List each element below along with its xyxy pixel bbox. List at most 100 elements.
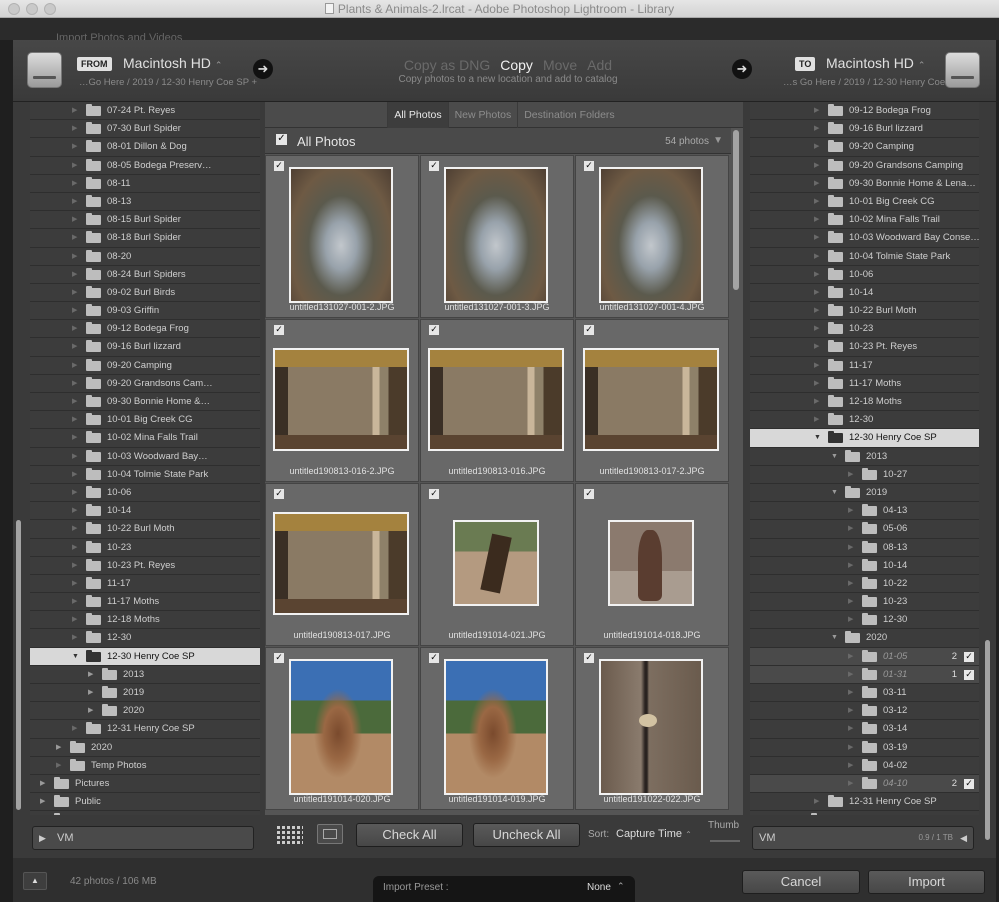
collapsed-triangle-icon[interactable]: ▶	[848, 502, 853, 519]
photo-thumbnail[interactable]	[428, 347, 564, 451]
collapsed-triangle-icon[interactable]: ▶	[72, 593, 77, 610]
folder-row[interactable]: ▶ 2019	[30, 684, 260, 703]
folder-row[interactable]: ▶ Public	[30, 793, 260, 812]
collapsed-triangle-icon[interactable]: ▶	[848, 557, 853, 574]
folder-row[interactable]: ▶ 04-02	[750, 757, 979, 775]
collapsed-triangle-icon[interactable]: ▶	[814, 338, 819, 355]
collapse-panel-button[interactable]: ▲	[23, 872, 47, 890]
folder-row[interactable]: ▼ 2013	[750, 448, 979, 466]
folder-row[interactable]: ▶ 10-01 Big Creek CG	[30, 411, 260, 430]
collapsed-triangle-icon[interactable]: ▶	[72, 575, 77, 592]
folder-row[interactable]: ▼ 12-30 Henry Coe SP	[750, 429, 979, 448]
folder-row[interactable]: ▶ 08-13	[750, 539, 979, 557]
folder-row[interactable]: ▶ 10-04 Tolmie State Park	[30, 466, 260, 484]
source-arrow-icon[interactable]: ➜	[253, 59, 273, 79]
photo-cell[interactable]: ✓ untitled190813-016-2.JPG	[265, 319, 419, 482]
folder-row[interactable]: ▶ Sites	[30, 811, 260, 815]
photo-cell[interactable]: ✓ untitled191014-018.JPG	[575, 483, 729, 646]
folder-row[interactable]: ▶ 07-30 Burl Spider	[30, 120, 260, 139]
photo-cell[interactable]: ✓ untitled190813-017-2.JPG	[575, 319, 729, 482]
collapsed-triangle-icon[interactable]: ▶	[40, 811, 45, 815]
folder-row[interactable]: ▶ 2013	[30, 666, 260, 684]
folder-row[interactable]: ▶ 03-11	[750, 684, 979, 703]
folder-row[interactable]: ▶ 09-30 Bonnie Home &…	[30, 393, 260, 412]
collapse-triangle-icon[interactable]: ▼	[713, 135, 723, 146]
folder-row[interactable]: ▶ 08-24 Burl Spiders	[30, 266, 260, 284]
photo-thumbnail[interactable]	[453, 520, 539, 606]
collapsed-triangle-icon[interactable]: ▶	[88, 666, 93, 683]
folder-row[interactable]: ▶ 10-06	[30, 484, 260, 503]
destination-folder-panel[interactable]: ▶ 09-12 Bodega Frog ▶ 09-16 Burl lizzard ▶ 09…	[750, 102, 979, 815]
folder-row[interactable]: ▶ 10-23	[750, 320, 979, 339]
folder-row[interactable]: ▶ 05-06	[750, 520, 979, 539]
folder-row[interactable]: ▶ 09-20 Camping	[30, 357, 260, 375]
collapsed-triangle-icon[interactable]: ▶	[72, 357, 77, 374]
collapsed-triangle-icon[interactable]: ▶	[72, 557, 77, 574]
photo-checkbox[interactable]: ✓	[274, 489, 284, 499]
folder-row[interactable]: ▶ 10-01 Big Creek CG	[750, 193, 979, 212]
folder-row[interactable]: ▶ 09-03 Griffin	[30, 302, 260, 321]
folder-row[interactable]: ▶ 10-22 Burl Moth	[750, 302, 979, 321]
collapsed-triangle-icon[interactable]: ▶	[72, 157, 77, 174]
import-preset-bar[interactable]: Import Preset : None ⌃	[373, 876, 635, 902]
collapsed-triangle-icon[interactable]: ▶	[814, 793, 819, 810]
collapsed-triangle-icon[interactable]: ▶	[814, 175, 819, 192]
folder-row[interactable]: ▶ 08-15 Burl Spider	[30, 211, 260, 230]
collapsed-triangle-icon[interactable]: ▶	[814, 411, 819, 428]
destination-device-bar[interactable]: VM 0.9 / 1 TB ◀	[752, 826, 974, 850]
folder-row[interactable]: ▶ 08-18 Burl Spider	[30, 229, 260, 248]
collapsed-triangle-icon[interactable]: ▶	[848, 666, 853, 683]
collapsed-triangle-icon[interactable]: ▶	[72, 266, 77, 283]
folder-row[interactable]: ▶ 09-20 Grandsons Camping	[750, 157, 979, 175]
tab-new-photos[interactable]: New Photos	[447, 102, 518, 128]
destination-scrollbar[interactable]	[985, 640, 990, 840]
folder-row[interactable]: ▶ 11-17	[30, 575, 260, 594]
collapsed-triangle-icon[interactable]: ▶	[72, 502, 77, 519]
folder-row[interactable]: ▶ 08-01 Dillon & Dog	[30, 138, 260, 157]
grid-scrollbar[interactable]	[733, 130, 739, 290]
collapsed-triangle-icon[interactable]: ▶	[797, 811, 802, 815]
tab-destination-folders[interactable]: Destination Folders	[517, 102, 620, 128]
folder-row[interactable]: ▶ 10-23	[30, 539, 260, 557]
photo-thumbnail[interactable]	[289, 167, 393, 303]
folder-row[interactable]: ▶ 10-27	[750, 466, 979, 484]
folder-row[interactable]: ▶ 10-03 Woodward Bay Conse…	[750, 229, 979, 248]
collapsed-triangle-icon[interactable]: ▶	[848, 575, 853, 592]
thumbnail-size-slider[interactable]	[710, 840, 740, 842]
folder-row[interactable]: ▶ 09-20 Camping	[750, 138, 979, 157]
collapsed-triangle-icon[interactable]: ▶	[72, 248, 77, 265]
check-all-button[interactable]: Check All	[356, 823, 463, 847]
folder-row[interactable]: ▶ 10-06	[750, 266, 979, 284]
folder-row[interactable]: ▶ 2020	[750, 811, 979, 815]
import-button[interactable]: Import	[868, 870, 985, 894]
photo-cell[interactable]: ✓ untitled131027-001-3.JPG	[420, 155, 574, 318]
loupe-view-icon[interactable]	[317, 824, 343, 844]
collapsed-triangle-icon[interactable]: ▶	[814, 193, 819, 210]
source-path[interactable]: …Go Here / 2019 / 12-30 Henry Coe SP +	[79, 77, 257, 88]
photo-checkbox[interactable]: ✓	[584, 653, 594, 663]
mode-copy[interactable]: Copy	[500, 57, 533, 73]
collapsed-triangle-icon[interactable]: ▶	[848, 520, 853, 537]
grid-view-icon[interactable]	[277, 826, 303, 844]
folder-row[interactable]: ▶ 12-30	[750, 411, 979, 430]
folder-row[interactable]: ▶ 03-14	[750, 720, 979, 739]
collapsed-triangle-icon[interactable]: ▶	[56, 757, 61, 774]
photo-checkbox[interactable]: ✓	[584, 161, 594, 171]
folder-row[interactable]: ▶ 09-12 Bodega Frog	[30, 320, 260, 339]
folder-row[interactable]: ▶ 10-14	[30, 502, 260, 521]
collapsed-triangle-icon[interactable]: ▶	[848, 466, 853, 483]
collapsed-triangle-icon[interactable]: ▶	[72, 393, 77, 410]
folder-row[interactable]: ▶ 12-31 Henry Coe SP	[30, 720, 260, 739]
collapsed-triangle-icon[interactable]: ▶	[848, 539, 853, 556]
collapsed-triangle-icon[interactable]: ▶	[72, 611, 77, 628]
collapsed-triangle-icon[interactable]: ▶	[72, 211, 77, 228]
collapsed-triangle-icon[interactable]: ▶	[72, 629, 77, 646]
collapsed-triangle-icon[interactable]: ▶	[848, 648, 853, 665]
collapsed-triangle-icon[interactable]: ▶	[814, 266, 819, 283]
photo-checkbox[interactable]: ✓	[429, 161, 439, 171]
folder-row[interactable]: ▶ 11-17 Moths	[30, 593, 260, 612]
photo-thumbnail[interactable]	[273, 347, 409, 451]
destination-path[interactable]: …s Go Here / 2019 / 12-30 Henry Coe SP	[783, 77, 960, 88]
folder-row[interactable]: ▶ Temp Photos	[30, 757, 260, 775]
folder-row[interactable]: ▶ 12-18 Moths	[750, 393, 979, 412]
